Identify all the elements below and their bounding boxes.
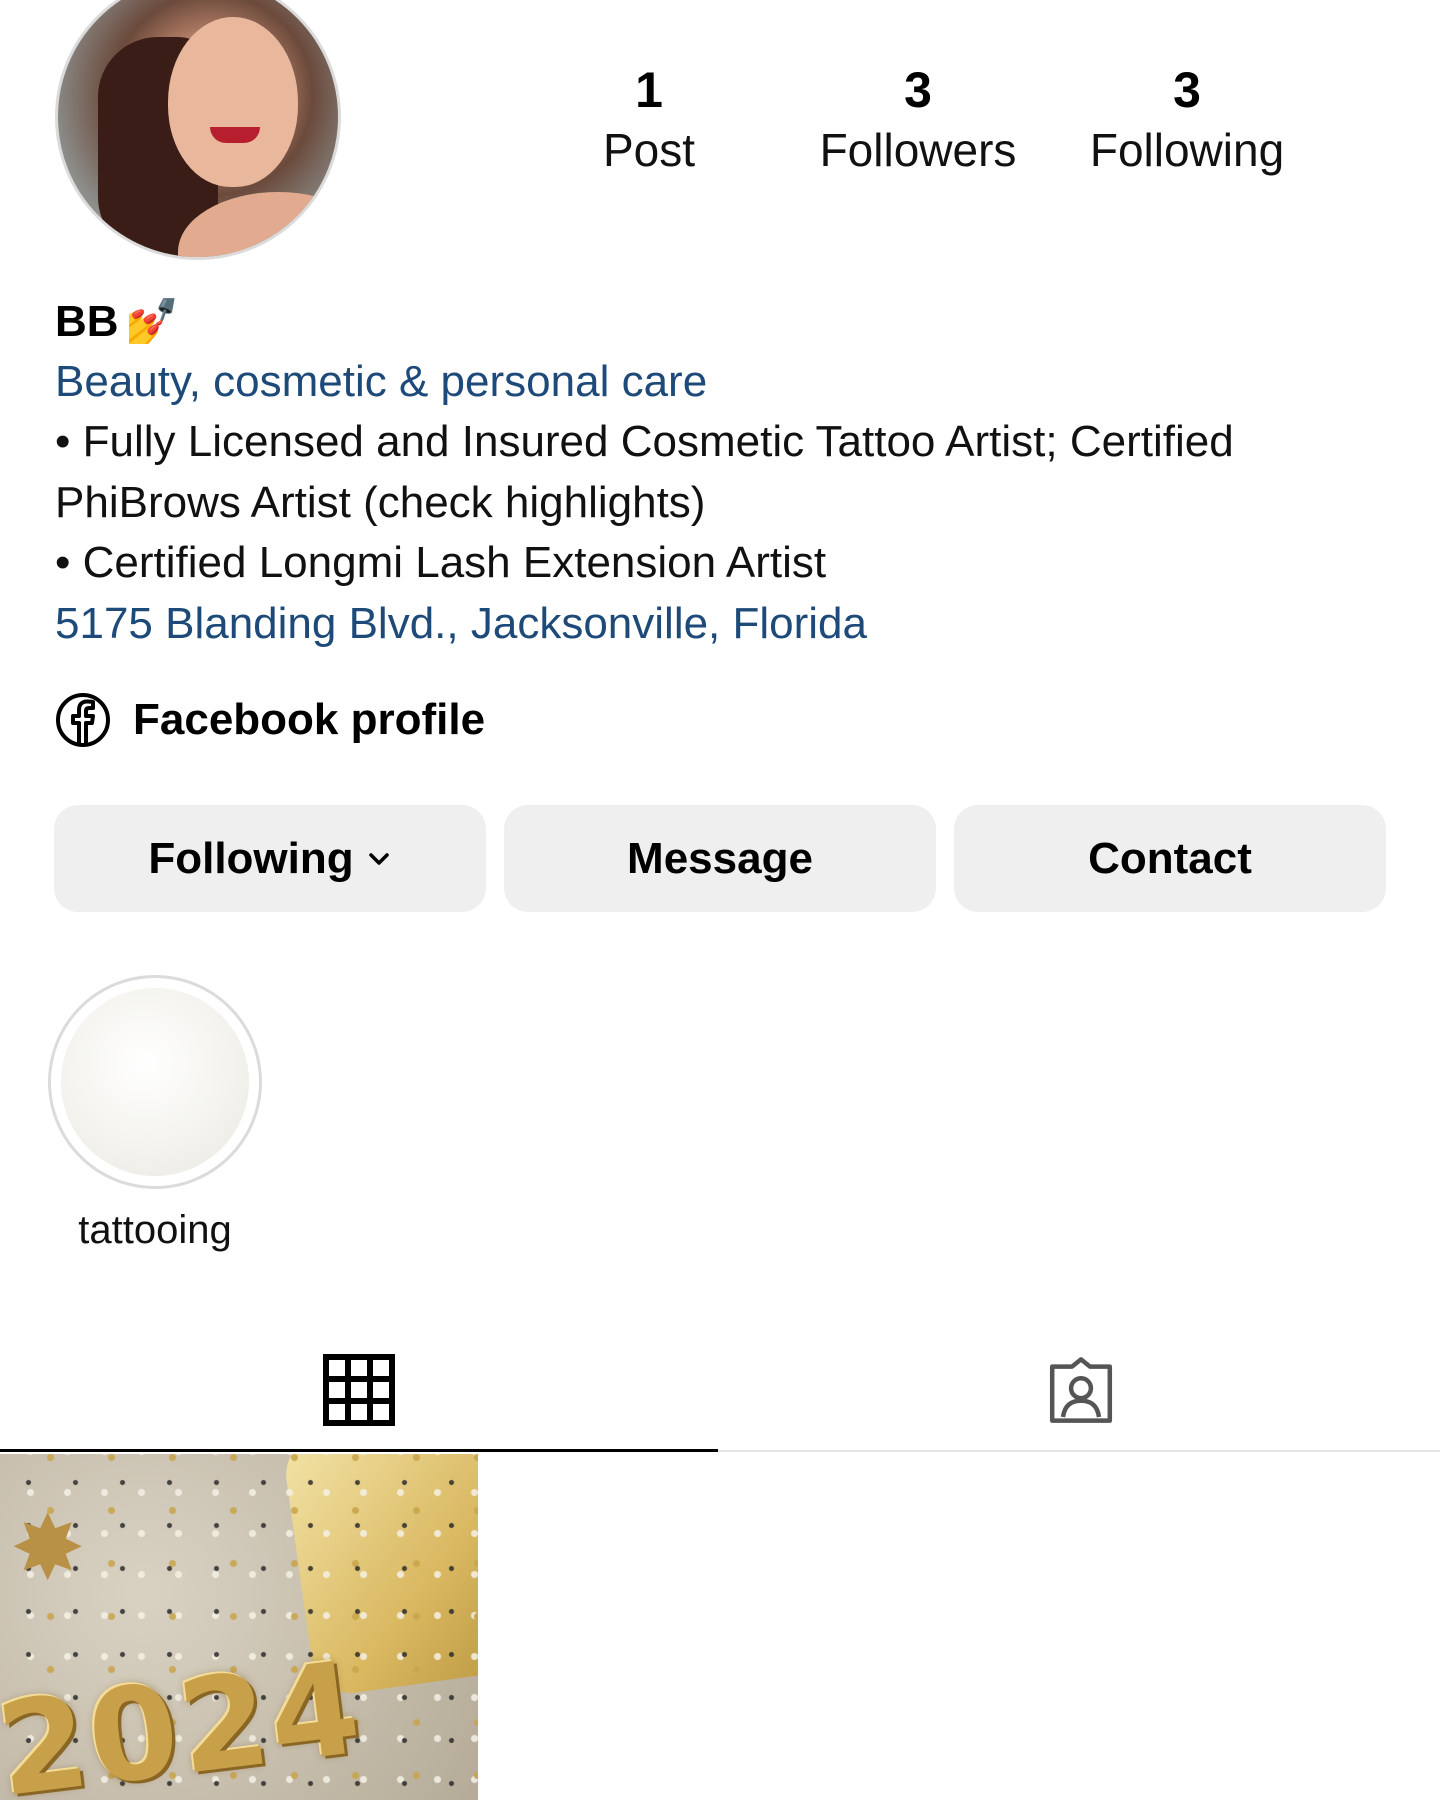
post-thumbnail[interactable]: ✸ 2024 [0, 1454, 478, 1800]
following-button-label: Following [148, 833, 354, 883]
message-button[interactable]: Message [504, 805, 936, 912]
highlight-ring [48, 975, 262, 1189]
profile-avatar[interactable] [55, 0, 341, 260]
profile-stats: 1 Post 3 Followers 3 Following [500, 60, 1340, 190]
posts-stat[interactable]: 1 Post [524, 60, 774, 180]
following-stat[interactable]: 3 Following [1062, 60, 1312, 180]
bio-line: • Fully Licensed and Insured Cosmetic Ta… [55, 417, 1234, 527]
facebook-profile-link[interactable]: Facebook profile [55, 690, 485, 750]
profile-name: BB [55, 297, 119, 346]
tab-tagged[interactable] [722, 1330, 1440, 1450]
posts-count: 1 [635, 62, 663, 118]
avatar-face [168, 17, 298, 187]
tagged-person-icon [1049, 1357, 1113, 1423]
profile-bio: BB 💅 Beauty, cosmetic & personal care • F… [55, 292, 1395, 654]
grid-icon [323, 1353, 395, 1426]
message-button-label: Message [627, 833, 813, 883]
profile-actions: Following Message Contact [54, 805, 1386, 912]
post-star-graphic: ✸ [10, 1499, 86, 1599]
contact-button-label: Contact [1088, 833, 1252, 883]
facebook-icon [56, 693, 110, 747]
following-label: Following [1089, 124, 1285, 176]
bio-line: • Certified Longmi Lash Extension Artist [55, 538, 827, 587]
nail-polish-emoji: 💅 [124, 297, 180, 346]
chevron-down-icon [368, 852, 389, 865]
tab-posts-grid[interactable] [0, 1330, 718, 1452]
following-count: 3 [1173, 62, 1201, 118]
profile-category[interactable]: Beauty, cosmetic & personal care [55, 352, 1395, 412]
posts-label: Post [602, 124, 696, 176]
bio-text: • Fully Licensed and Insured Cosmetic Ta… [55, 412, 1395, 594]
highlight-cover [61, 988, 249, 1176]
followers-stat[interactable]: 3 Followers [793, 60, 1043, 180]
profile-tabs [0, 1330, 1440, 1452]
highlight-label: tattooing [78, 1208, 232, 1252]
contact-button[interactable]: Contact [954, 805, 1386, 912]
profile-name-row: BB 💅 [55, 292, 1395, 352]
followers-label: Followers [819, 124, 1017, 176]
story-highlight[interactable]: tattooing [48, 975, 262, 1255]
profile-address-link[interactable]: 5175 Blanding Blvd., Jacksonville, Flori… [55, 594, 1395, 654]
facebook-profile-label: Facebook profile [133, 695, 486, 744]
following-button[interactable]: Following [54, 805, 486, 912]
followers-count: 3 [904, 62, 932, 118]
